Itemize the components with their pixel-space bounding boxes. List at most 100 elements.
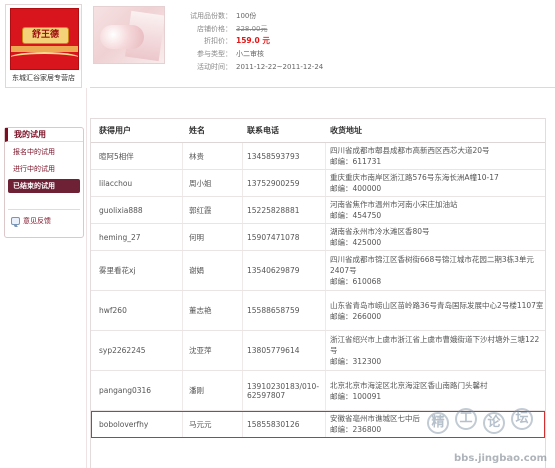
product-info-row: 折扣价： 159.0 元 bbox=[176, 35, 323, 48]
address-line: 邮编：236800 bbox=[330, 425, 382, 434]
cell-user[interactable]: syp2262245 bbox=[91, 331, 183, 370]
address-line: 四川省成都市锦江区香树街668号锦江城市花园二期3栋3单元2407号 bbox=[330, 255, 534, 275]
product-info-value: 100份 bbox=[236, 12, 257, 20]
table-row: hwf260 董志艳 15588658759 山东省青岛市崂山区苗岭路36号青岛国际发… bbox=[91, 291, 545, 331]
cell-address: 重庆重庆市南岸区浙江路576号东海长洲A幢10-17 邮编：400000 bbox=[326, 170, 545, 196]
cell-phone: 13910230183/010-62597807 bbox=[243, 371, 326, 410]
cell-user[interactable]: lilacchou bbox=[91, 170, 183, 196]
address-line: 北京北京市海淀区北京海淀区香山南路门头馨村 bbox=[330, 380, 488, 390]
table-row: guolixia888 郭红霞 15225828881 河南省焦作市温州市河南小宋庄加… bbox=[91, 197, 545, 224]
cell-phone: 15855830126 bbox=[243, 411, 326, 437]
sidebar-divider bbox=[8, 209, 80, 210]
header-phone: 联系电话 bbox=[247, 126, 279, 135]
product-info-value: 328.00元 bbox=[236, 24, 268, 33]
table-row: heming_27 何明 15907471078 湖南省永州市冷水滩区香80号 邮编：4… bbox=[91, 224, 545, 251]
cell-phone: 15588658759 bbox=[243, 291, 326, 330]
address-line: 邮编：454750 bbox=[330, 211, 382, 220]
table-body: 暄阿5相伴 林贵 13458593793 四川省成都市郫县成都市高新西区西芯大道20号… bbox=[91, 143, 545, 438]
cell-user[interactable]: guolixia888 bbox=[91, 197, 183, 223]
product-info-list: 试用品份数： 100份 店铺价格： 328.00元 折扣价： 159.0 元参与类型： 小二… bbox=[176, 10, 323, 73]
cell-phone: 13805779614 bbox=[243, 331, 326, 370]
table-row: lilacchou 周小姐 13752900259 重庆重庆市南岸区浙江路576号东海… bbox=[91, 170, 545, 197]
cell-name: 郭红霞 bbox=[183, 197, 243, 223]
cell-user[interactable]: boboloverfhy bbox=[91, 411, 183, 437]
address-line: 安徽省亳州市谯城区七中后 bbox=[330, 414, 420, 423]
address-line: 湖南省永州市冷水滩区香80号 bbox=[330, 227, 430, 236]
cell-name: 沈亚萍 bbox=[183, 331, 243, 370]
sidebar-item-signup-trials[interactable]: 报名中的试用 bbox=[8, 145, 80, 159]
cell-phone: 13752900259 bbox=[243, 170, 326, 196]
table-row: boboloverfhy 马元元 15855830126 安徽省亳州市谯城区七中后 邮编… bbox=[91, 411, 545, 438]
winners-table: 获得用户 姓名 联系电话 收货地址 暄阿5相伴 林贵 13458593793 四川省成… bbox=[90, 118, 546, 468]
header-user: 获得用户 bbox=[99, 126, 131, 135]
product-image[interactable] bbox=[93, 6, 165, 64]
address-line: 浙江省绍兴市上虞市浙江省上虞市曹娥街道下沙村塘外三塘122号 bbox=[330, 335, 540, 355]
shop-logo[interactable]: 舒王德 bbox=[10, 8, 79, 70]
address-line: 山东省青岛市崂山区苗岭路36号青岛国际发展中心2号楼1107室 bbox=[330, 300, 544, 310]
cell-user[interactable]: 雾里看花xj bbox=[91, 251, 183, 290]
address-line: 邮编：100091 bbox=[330, 391, 382, 401]
cell-address: 四川省成都市锦江区香树街668号锦江城市花园二期3栋3单元2407号邮编：610… bbox=[326, 251, 545, 290]
product-info-row: 参与类型： 小二审核 bbox=[176, 48, 323, 61]
cell-user[interactable]: heming_27 bbox=[91, 224, 183, 250]
table-row: syp2262245 沈亚萍 13805779614 浙江省绍兴市上虞市浙江省上虞市曹… bbox=[91, 331, 545, 371]
product-summary: 试用品份数： 100份 店铺价格： 328.00元 折扣价： 159.0 元参与类型： 小二… bbox=[90, 0, 555, 88]
feedback-label: 意见反馈 bbox=[23, 217, 51, 225]
cell-address: 四川省成都市郫县成都市高新西区西芯大道20号 邮编：611731 bbox=[326, 143, 545, 169]
address-line: 邮编：611731 bbox=[330, 157, 382, 166]
cell-name: 林贵 bbox=[183, 143, 243, 169]
table-header: 获得用户 姓名 联系电话 收货地址 bbox=[91, 119, 545, 143]
table-row: pangang0316 潘刚 13910230183/010-62597807 北京北… bbox=[91, 371, 545, 411]
logo-wave bbox=[11, 52, 78, 66]
cell-name: 谢娟 bbox=[183, 251, 243, 290]
cell-address: 北京北京市海淀区北京海淀区香山南路门头馨村 邮编：100091 bbox=[326, 371, 545, 410]
address-line: 邮编：610068 bbox=[330, 277, 382, 286]
product-info-row: 活动时间： 2011-12-22~2011-12-24 bbox=[176, 61, 323, 74]
cell-name: 马元元 bbox=[183, 411, 243, 437]
product-info-value: 2011-12-22~2011-12-24 bbox=[236, 62, 324, 71]
address-line: 河南省焦作市温州市河南小宋庄加油站 bbox=[330, 200, 458, 209]
cell-phone: 15225828881 bbox=[243, 197, 326, 223]
product-info-row: 试用品份数： 100份 bbox=[176, 10, 323, 23]
sidebar-item-ended-trials[interactable]: 已结束的试用 bbox=[8, 179, 80, 193]
address-line: 邮编：266000 bbox=[330, 311, 382, 321]
address-line: 重庆重庆市南岸区浙江路576号东海长洲A幢10-17 bbox=[330, 173, 499, 182]
shop-card: 舒王德 东城汇谷家居专营店 bbox=[5, 4, 82, 88]
sidebar-title: 我的试用 bbox=[5, 128, 83, 142]
column-divider bbox=[86, 88, 87, 468]
logo-text: 舒王德 bbox=[22, 27, 69, 44]
cell-name: 周小姐 bbox=[183, 170, 243, 196]
cell-address: 山东省青岛市崂山区苗岭路36号青岛国际发展中心2号楼1107室 邮编：266000 bbox=[326, 291, 545, 330]
cell-user[interactable]: 暄阿5相伴 bbox=[91, 143, 183, 169]
product-info-value: 小二审核 bbox=[236, 50, 264, 59]
product-info-label: 试用品份数： bbox=[190, 12, 232, 20]
cell-phone: 13540629879 bbox=[243, 251, 326, 290]
address-line: 邮编：312300 bbox=[330, 357, 382, 366]
header-name: 姓名 bbox=[189, 126, 205, 135]
shop-name[interactable]: 东城汇谷家居专营店 bbox=[6, 73, 81, 83]
cell-phone: 13458593793 bbox=[243, 143, 326, 169]
feedback-icon bbox=[11, 217, 20, 225]
product-info-label: 店铺价格： bbox=[197, 24, 232, 33]
header-address: 收货地址 bbox=[330, 126, 362, 135]
table-row: 雾里看花xj 谢娟 13540629879 四川省成都市锦江区香树街668号锦江城市花… bbox=[91, 251, 545, 291]
sidebar-item-ongoing-trials[interactable]: 进行中的试用 bbox=[8, 162, 80, 176]
feedback-link[interactable]: 意见反馈 bbox=[5, 215, 83, 227]
cell-phone: 15907471078 bbox=[243, 224, 326, 250]
product-image-roll bbox=[100, 25, 144, 49]
product-info-label: 折扣价： bbox=[204, 37, 232, 46]
product-info-value: 159.0 元 bbox=[236, 36, 270, 46]
product-info-row: 店铺价格： 328.00元 bbox=[176, 23, 323, 36]
sidebar: 我的试用 报名中的试用 进行中的试用 已结束的试用 意见反馈 bbox=[4, 127, 84, 238]
cell-address: 浙江省绍兴市上虞市浙江省上虞市曹娥街道下沙村塘外三塘122号邮编：312300 bbox=[326, 331, 545, 370]
address-line: 四川省成都市郫县成都市高新西区西芯大道20号 bbox=[330, 146, 490, 155]
product-info-label: 活动时间： bbox=[197, 62, 232, 71]
cell-user[interactable]: pangang0316 bbox=[91, 371, 183, 410]
cell-user[interactable]: hwf260 bbox=[91, 291, 183, 330]
cell-name: 董志艳 bbox=[183, 291, 243, 330]
cell-address: 安徽省亳州市谯城区七中后 邮编：236800 bbox=[326, 411, 545, 437]
cell-name: 潘刚 bbox=[183, 371, 243, 410]
cell-address: 河南省焦作市温州市河南小宋庄加油站 邮编：454750 bbox=[326, 197, 545, 223]
table-row: 暄阿5相伴 林贵 13458593793 四川省成都市郫县成都市高新西区西芯大道20号… bbox=[91, 143, 545, 170]
product-info-label: 参与类型： bbox=[197, 50, 232, 59]
